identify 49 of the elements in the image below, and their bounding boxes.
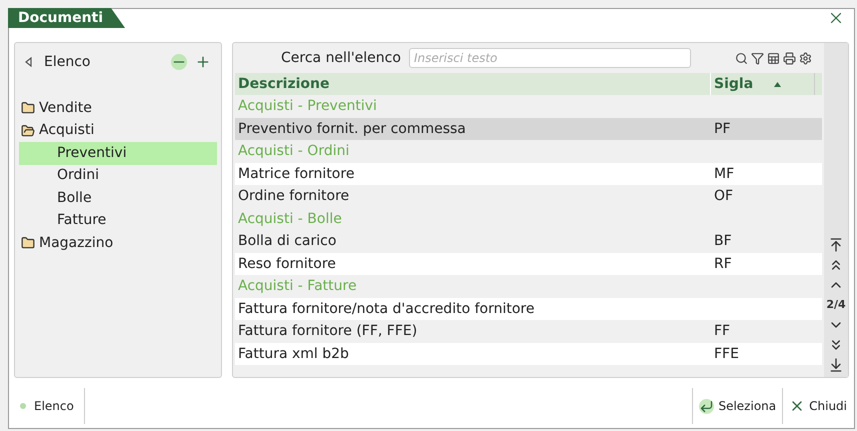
table-row[interactable]: Fattura fornitore/nota d'accredito fornitore	[235, 298, 822, 320]
table-row[interactable]: Reso fornitore RF	[235, 252, 822, 275]
table-cell-text: Reso fornitore	[237, 254, 337, 274]
tree-item[interactable]: Magazzino	[19, 232, 217, 254]
footer-button[interactable]: Chiudi	[782, 388, 853, 424]
tree-item[interactable]: Bolle	[19, 187, 217, 210]
tree-item[interactable]: Vendite	[19, 97, 217, 120]
table-cell-text: Fattura fornitore (FF, FFE)	[237, 322, 418, 341]
minus-icon[interactable]	[171, 54, 187, 70]
search-label: Cerca nell'elenco	[281, 48, 401, 68]
print-icon[interactable]	[783, 52, 796, 64]
first-page-icon[interactable]	[828, 236, 844, 252]
folder-icon	[21, 124, 35, 138]
table-row[interactable]: Preventivo fornit. per commessa PF	[235, 118, 822, 140]
table-cell-text: Fattura xml b2b	[237, 344, 350, 364]
tree-item[interactable]: Ordini	[19, 164, 217, 187]
folder-icon	[21, 236, 35, 250]
footer-button[interactable]: Seleziona	[692, 388, 782, 424]
table-cell-text: Fattura fornitore/nota d'accredito fornitore	[237, 300, 536, 318]
table-cell-text: Bolla di carico	[237, 232, 338, 251]
table-cell-text: FFE	[713, 344, 740, 364]
filter-icon[interactable]	[751, 52, 764, 64]
sort-arrow-icon	[774, 82, 781, 86]
table-row[interactable]: Matrice fornitore MF	[235, 162, 822, 185]
last-page-icon[interactable]	[828, 357, 844, 373]
table-cell-text: RF	[713, 254, 733, 274]
tree-item[interactable]: Acquisti	[19, 120, 217, 142]
page-indicator: 2/4	[826, 296, 846, 312]
table-cell-text: Matrice fornitore	[237, 164, 356, 184]
collapse-icon[interactable]	[25, 57, 32, 67]
folder-icon	[21, 101, 35, 116]
plus-icon[interactable]	[195, 54, 211, 70]
sidebar-title: Elenco	[44, 52, 92, 72]
table-row[interactable]: Fattura xml b2b FFE	[235, 342, 822, 365]
table-cell-text: PF	[713, 120, 732, 138]
status-label: Elenco	[34, 398, 74, 415]
search-icon[interactable]	[735, 52, 748, 64]
table-cell-text: MF	[713, 164, 736, 184]
window-title: Documenti	[8, 8, 126, 28]
settings-icon[interactable]	[799, 52, 812, 64]
table-cell-text: FF	[713, 322, 732, 341]
table-cell-text: Preventivo fornit. per commessa	[237, 120, 467, 138]
table-cell-text: BF	[713, 232, 733, 251]
spreadsheet-icon[interactable]	[767, 52, 780, 64]
tree-item[interactable]: Preventivi	[19, 142, 217, 164]
table-cell-text: Ordine fornitore	[237, 187, 350, 206]
tree-item[interactable]: Fatture	[19, 210, 217, 232]
table-cell-text: OF	[713, 187, 734, 206]
search-field[interactable]: Inserisci testo	[408, 48, 691, 68]
